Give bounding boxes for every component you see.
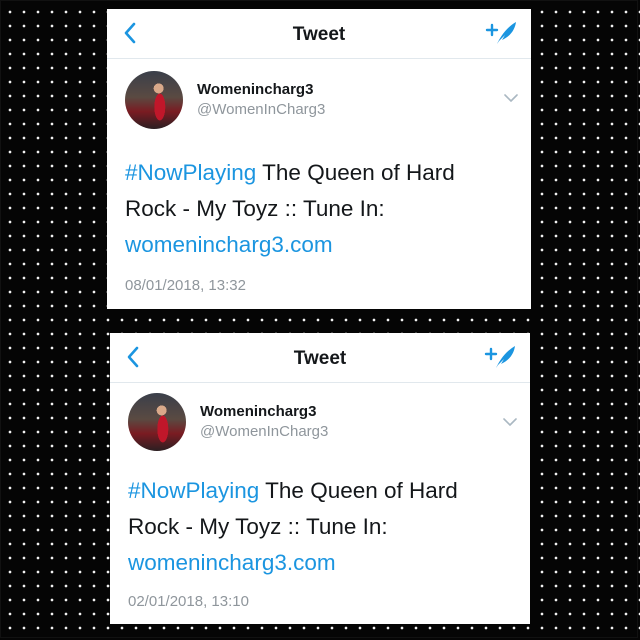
- compose-tweet-icon: [485, 22, 516, 44]
- compose-tweet-button[interactable]: [484, 343, 518, 371]
- more-options-button[interactable]: [502, 415, 518, 427]
- compose-tweet-button[interactable]: [485, 19, 519, 47]
- hashtag-link[interactable]: #NowPlaying: [128, 478, 259, 503]
- more-options-button[interactable]: [503, 91, 519, 103]
- tweet-text: #NowPlaying The Queen of Hard Rock - My …: [128, 473, 508, 581]
- navigation-bar: Tweet: [110, 333, 530, 383]
- display-name[interactable]: Womenincharg3: [200, 403, 316, 420]
- tweet-card-2: Tweet Womenincharg3 @WomenInCharg3 #NowP…: [110, 333, 530, 624]
- tweet-text: #NowPlaying The Queen of Hard Rock - My …: [125, 155, 505, 263]
- tweet-timestamp: 08/01/2018, 13:32: [125, 277, 246, 294]
- page-title: Tweet: [293, 348, 347, 369]
- navigation-bar: Tweet: [107, 9, 531, 59]
- hashtag-link[interactable]: #NowPlaying: [125, 160, 256, 185]
- compose-tweet-icon: [484, 346, 515, 368]
- chevron-down-icon: [504, 94, 518, 102]
- tweet-timestamp: 02/01/2018, 13:10: [128, 593, 249, 610]
- website-link[interactable]: womenincharg3.com: [128, 550, 336, 575]
- user-handle[interactable]: @WomenInCharg3: [200, 423, 328, 440]
- avatar[interactable]: [128, 393, 186, 451]
- website-link[interactable]: womenincharg3.com: [125, 232, 333, 257]
- page-title: Tweet: [292, 24, 346, 45]
- user-handle[interactable]: @WomenInCharg3: [197, 101, 325, 118]
- tweet-card-1: Tweet Womenincharg3 @WomenInCharg3 #NowP…: [107, 9, 531, 309]
- avatar[interactable]: [125, 71, 183, 129]
- chevron-down-icon: [503, 418, 517, 426]
- display-name[interactable]: Womenincharg3: [197, 81, 313, 98]
